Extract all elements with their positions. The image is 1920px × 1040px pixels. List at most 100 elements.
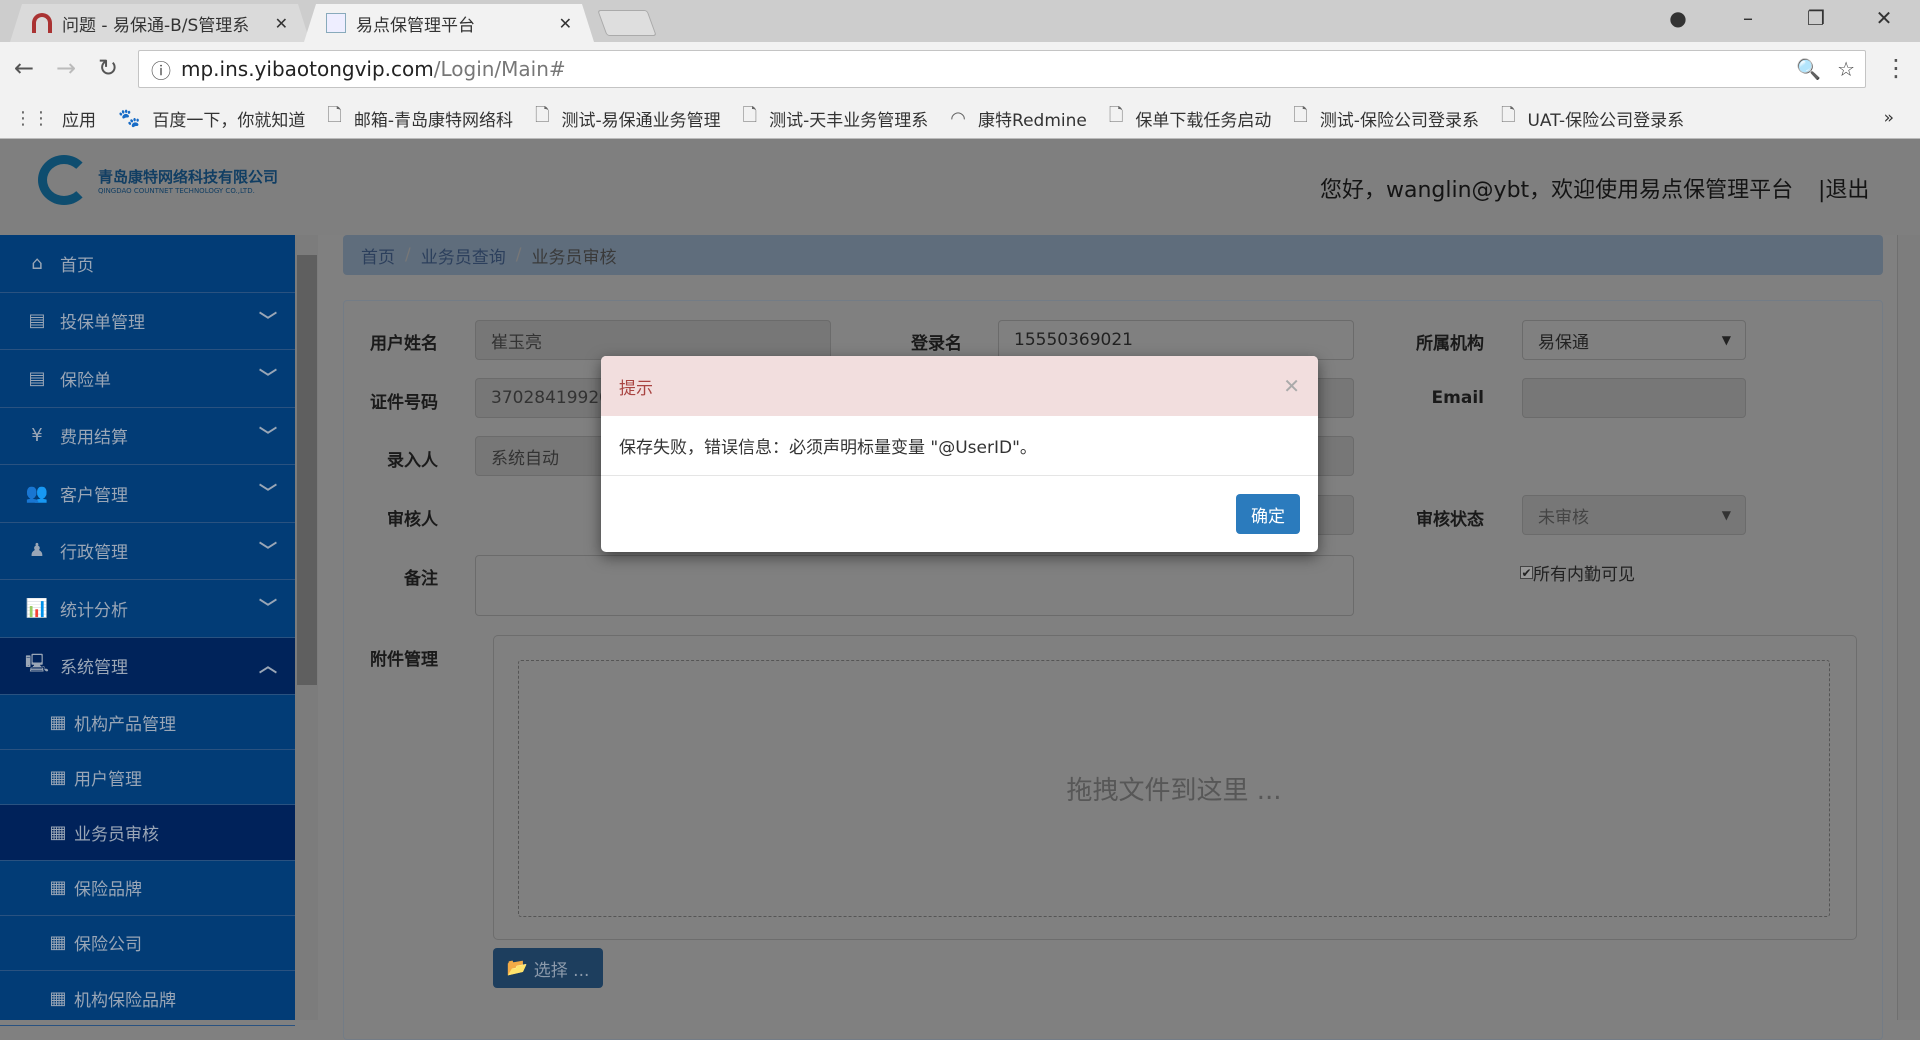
sidebar-item[interactable]: ▤ 保险单 ﹀ [0, 350, 295, 408]
forward-icon[interactable]: → [56, 54, 76, 82]
org-select[interactable]: 易保通 ▼ [1522, 320, 1746, 360]
reload-icon[interactable]: ↻ [98, 54, 118, 82]
chevron-up-icon: ︿ [259, 655, 277, 677]
url-input[interactable]: ⓘ mp.ins.yibaotongvip.com/Login/Main# 🔍 ☆ [138, 50, 1866, 88]
sidebar-item[interactable]: ▤ 投保单管理 ﹀ [0, 293, 295, 350]
folder-open-icon: 📂 [506, 958, 528, 978]
bookmark-item[interactable]: ◠ 康特Redmine [950, 106, 1087, 131]
bookmark-item[interactable]: 🗋 UAT-保险公司登录系 [1501, 103, 1684, 133]
page-icon: 🗋 [742, 105, 758, 126]
bookmarks-bar: ⋮⋮ 应用 🐾 百度一下，你就知道 🗋 邮箱-青岛康特网络科 🗋 测试-易保通业务管理 🗋 测试-… [0, 98, 1920, 139]
sidebar: ⌂ 首页 ▤ 投保单管理 ﹀ ▤ 保险单 ﹀ ¥ 费用结算 ﹀ 👥 客户管理 ﹀ ♟ 行政管理 ﹀ 📊 统计分析 ﹀ 🖳… [0, 235, 295, 1027]
company-logo: 青岛康特网络科技有限公司 QINGDAO COUNTNET TECHNOLOGY … [38, 155, 278, 205]
menu-icon[interactable]: ⋮ [1884, 54, 1908, 82]
sidebar-scroll-thumb[interactable] [297, 255, 317, 685]
page-icon: 🗋 [1108, 105, 1124, 126]
sidebar-subitem[interactable]: ▦ 保险品牌 [0, 861, 295, 916]
apps-icon: ⋮⋮ [14, 107, 50, 129]
grid-icon: ▦ [49, 766, 67, 788]
minimize-button[interactable]: – [1728, 6, 1768, 30]
close-window-button[interactable]: ✕ [1864, 6, 1904, 30]
grid-icon: ▦ [49, 987, 67, 1009]
zoom-icon[interactable]: 🔍 [1796, 57, 1821, 81]
grid-icon: ▦ [49, 711, 67, 733]
sidebar-subitem[interactable]: ▦ 机构产品管理 [0, 695, 295, 751]
sidebar-item[interactable]: 👥 客户管理 ﹀ [0, 465, 295, 523]
bookmark-item[interactable]: 🗋 测试-天丰业务管理系 [743, 103, 929, 133]
sidebar-item[interactable]: 📊 统计分析 ﹀ [0, 580, 295, 638]
reviewer-label: 审核人 [387, 510, 438, 530]
info-icon[interactable]: ⓘ [151, 55, 171, 84]
close-icon[interactable]: ✕ [559, 14, 572, 33]
redmine-icon: ◠ [950, 107, 967, 129]
restore-button[interactable]: ❐ [1796, 6, 1836, 30]
login-field[interactable]: 15550369021 [998, 320, 1354, 360]
page-icon: 🗋 [535, 105, 550, 126]
sidebar-subitem[interactable]: ▦ 机构保险品牌 [0, 971, 295, 1027]
choose-file-button[interactable]: 📂 选择 ... [493, 948, 603, 988]
sidebar-subitem[interactable]: ▦ 保险公司 [0, 916, 295, 971]
back-icon[interactable]: ← [14, 54, 34, 82]
page-scrollbar[interactable] [1897, 235, 1920, 1020]
breadcrumb-current: 业务员审核 [531, 247, 617, 268]
menu-icon: ▤ [28, 310, 46, 332]
checkbox-icon[interactable]: ✔ [1520, 566, 1533, 579]
menu-icon: ▤ [28, 367, 46, 389]
tab-bar: 问题 - 易保通-B/S管理系 ✕ 易点保管理平台 ✕ ● – ❐ ✕ [0, 0, 1920, 42]
bookmark-item[interactable]: 🗋 测试-保险公司登录系 [1293, 103, 1479, 133]
bookmark-item[interactable]: 🗋 保单下载任务启动 [1109, 103, 1271, 133]
modal-header: 提示 ✕ [601, 356, 1318, 416]
grid-icon: ▦ [49, 932, 67, 954]
bookmark-item[interactable]: 🗋 测试-易保通业务管理 [535, 103, 721, 133]
login-label: 登录名 [911, 334, 962, 354]
sidebar-item[interactable]: 🖳 系统管理 ︿ [0, 637, 295, 695]
sidebar-item[interactable]: ♟ 行政管理 ﹀ [0, 523, 295, 580]
chevron-down-icon: ﹀ [259, 368, 277, 389]
bookmark-item[interactable]: ⋮⋮ 应用 [14, 106, 96, 131]
logout-link[interactable]: |退出 [1818, 172, 1869, 204]
menu-icon: 👥 [25, 482, 49, 504]
sidebar-subitem[interactable]: ▦ 用户管理 [0, 750, 295, 806]
visible-checkbox[interactable]: ✔ 所有内勤可见 [1520, 560, 1635, 585]
profile-icon[interactable]: ● [1658, 6, 1698, 30]
chevron-down-icon: ﹀ [259, 540, 277, 562]
close-icon[interactable]: ✕ [1283, 374, 1300, 398]
page-icon: 🗋 [1293, 105, 1308, 126]
breadcrumb-query[interactable]: 业务员查询 [421, 243, 506, 268]
alert-modal: 提示 ✕ 保存失败，错误信息：必须声明标量变量 "@UserID"。 确定 [601, 356, 1318, 552]
new-tab-button[interactable] [597, 10, 657, 36]
grid-icon: ▦ [49, 821, 67, 843]
status-select[interactable]: 未审核 ▼ [1522, 495, 1746, 535]
entry-label: 录入人 [387, 451, 438, 471]
tab-redmine[interactable]: 问题 - 易保通-B/S管理系 ✕ [10, 4, 310, 42]
menu-icon: 📊 [25, 597, 49, 619]
bookmark-item[interactable]: 🗋 邮箱-青岛康特网络科 [327, 103, 513, 133]
menu-icon: ¥ [31, 425, 43, 447]
username-label: 用户姓名 [370, 334, 438, 354]
baidu-icon: 🐾 [118, 107, 141, 129]
email-label: Email [1431, 388, 1484, 408]
modal-message: 保存失败，错误信息：必须声明标量变量 "@UserID"。 [601, 416, 1318, 476]
confirm-button[interactable]: 确定 [1236, 494, 1300, 534]
bookmarks-more-button[interactable]: » [1884, 108, 1894, 128]
breadcrumb-home[interactable]: 首页 [361, 243, 395, 268]
chevron-down-icon: ﹀ [259, 425, 277, 447]
breadcrumb: 首页 / 业务员查询 / 业务员审核 [343, 235, 1883, 275]
caret-down-icon: ▼ [1721, 508, 1731, 522]
email-field[interactable] [1522, 378, 1746, 418]
chevron-down-icon: ﹀ [259, 598, 277, 619]
remark-textarea[interactable] [475, 555, 1354, 616]
bookmark-item[interactable]: 🐾 百度一下，你就知道 [118, 106, 305, 131]
star-icon[interactable]: ☆ [1837, 57, 1855, 81]
sidebar-item[interactable]: ⌂ 首页 [0, 235, 295, 293]
tab-platform[interactable]: 易点保管理平台 ✕ [304, 4, 594, 42]
file-drop-zone[interactable]: 拖拽文件到这里 ... [518, 660, 1830, 917]
chevron-down-icon: ﹀ [259, 483, 277, 504]
username-field[interactable]: 崔玉亮 [475, 320, 831, 360]
sidebar-subitem[interactable]: ▦ 业务员审核 [0, 805, 295, 861]
page-icon: 🗋 [327, 105, 342, 126]
remark-label: 备注 [404, 569, 438, 589]
close-icon[interactable]: ✕ [275, 14, 288, 33]
sidebar-item[interactable]: ¥ 费用结算 ﹀ [0, 408, 295, 465]
attach-label: 附件管理 [370, 650, 438, 670]
